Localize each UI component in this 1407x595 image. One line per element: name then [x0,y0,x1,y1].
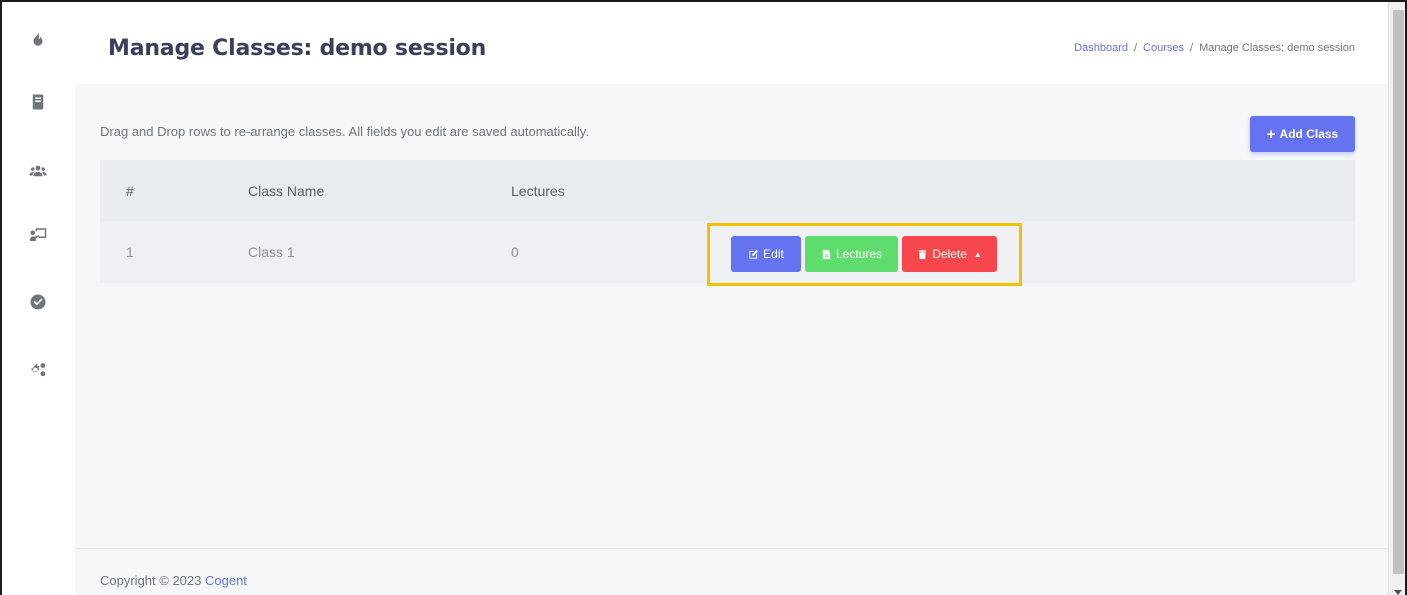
teacher-icon[interactable] [26,223,50,247]
row-index: 1 [126,244,134,260]
page-footer: Copyright © 2023 Cogent [75,548,1388,595]
table-header: # Class Name Lectures [100,160,1355,221]
breadcrumb-dashboard[interactable]: Dashboard [1074,42,1128,54]
breadcrumb-courses[interactable]: Courses [1143,42,1184,54]
copyright: Copyright © 2023 Cogent [100,573,247,588]
main-content: Manage Classes: demo session Dashboard / C… [75,2,1388,595]
edit-label: Edit [763,247,784,261]
breadcrumb: Dashboard / Courses / Manage Classes: demo s… [1074,42,1355,54]
edit-icon [749,249,759,259]
scroll-down-arrow[interactable] [1394,590,1402,595]
add-class-label: Add Class [1279,127,1339,141]
delete-label: Delete [932,247,967,261]
file-icon [822,249,831,259]
vertical-scrollbar[interactable] [1388,2,1405,595]
edit-button[interactable]: Edit [731,236,801,272]
plus-icon: + [1266,125,1276,143]
lectures-button[interactable]: Lectures [805,236,898,272]
reorder-hint: Drag and Drop rows to re-arrange classes… [100,124,589,139]
trash-icon [919,249,927,259]
add-class-button[interactable]: + Add Class [1250,116,1355,152]
row-actions-highlight: Edit Lectures Delete ▲ [707,223,1022,286]
column-header-lectures: Lectures [511,182,565,199]
row-lectures-count: 0 [511,244,519,260]
cogs-icon[interactable] [26,358,50,382]
caret-up-icon: ▲ [973,249,982,259]
check-circle-icon[interactable] [26,290,50,314]
page-header: Manage Classes: demo session Dashboard / C… [75,2,1388,84]
app-window: Manage Classes: demo session Dashboard / C… [0,0,1407,595]
delete-button[interactable]: Delete ▲ [902,236,997,272]
breadcrumb-separator: / [1190,42,1194,54]
flame-icon[interactable] [26,27,50,51]
copyright-text: Copyright © 2023 [100,573,202,588]
lectures-label: Lectures [835,247,883,261]
column-header-class-name: Class Name [248,182,325,199]
page-title: Manage Classes: demo session [108,36,487,61]
column-header-index: # [126,182,134,199]
breadcrumb-current: Manage Classes: demo session [1199,42,1355,54]
brand-link[interactable]: Cogent [205,573,247,588]
sidebar [2,2,74,595]
scrollbar-thumb[interactable] [1393,10,1404,574]
row-class-name: Class 1 [248,244,295,260]
breadcrumb-separator: / [1133,42,1138,54]
book-icon[interactable] [26,90,50,114]
users-icon[interactable] [26,159,50,183]
